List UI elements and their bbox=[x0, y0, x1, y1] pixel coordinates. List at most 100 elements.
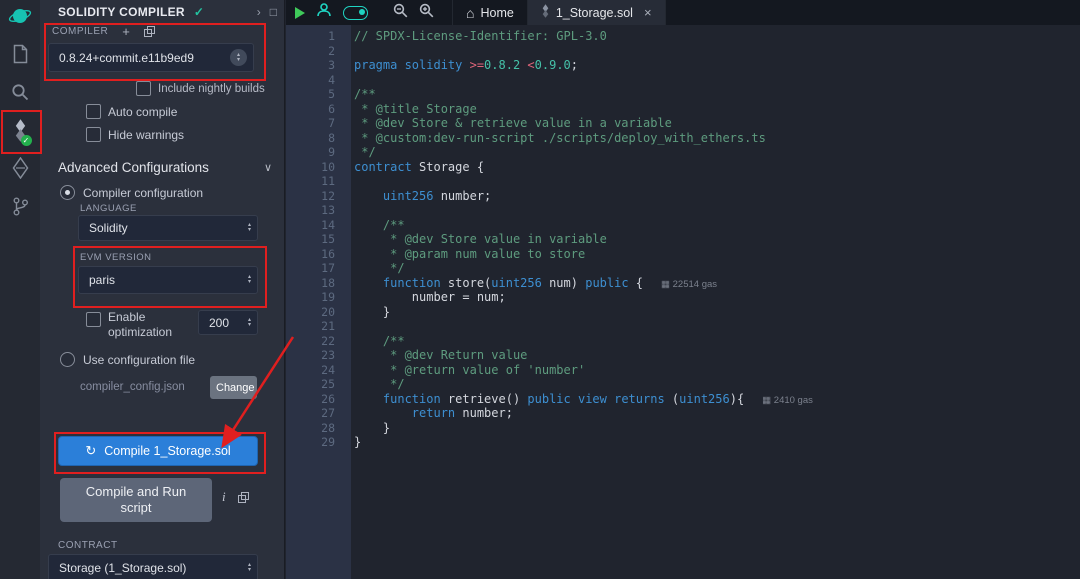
tab-storage-label: 1_Storage.sol bbox=[556, 6, 633, 20]
code-line[interactable]: * @title Storage bbox=[354, 102, 1080, 117]
line-number: 2 bbox=[286, 44, 335, 59]
code-line[interactable]: */ bbox=[354, 145, 1080, 160]
optimization-runs-input[interactable]: 200 ▴▾ bbox=[198, 310, 258, 335]
code-line[interactable]: * @custom:dev-run-script ./scripts/deplo… bbox=[354, 131, 1080, 146]
code-line[interactable]: // SPDX-License-Identifier: GPL-3.0 bbox=[354, 29, 1080, 44]
nightly-builds-row: Include nightly builds bbox=[136, 81, 265, 96]
language-select[interactable]: Solidity ▴▾ bbox=[78, 215, 258, 241]
evm-version-label: EVM VERSION bbox=[80, 252, 152, 263]
version-stepper-icon[interactable]: ▴▾ bbox=[230, 49, 247, 66]
add-custom-compiler-icon[interactable]: + bbox=[122, 27, 130, 37]
enable-optimization-label: Enable optimization bbox=[108, 310, 182, 340]
git-branch-icon[interactable] bbox=[12, 194, 29, 218]
compile-and-run-button[interactable]: Compile and Run script bbox=[60, 478, 212, 522]
line-number: 1 bbox=[286, 29, 335, 44]
code-line[interactable]: function store(uint256 num) public {▦ 22… bbox=[354, 276, 1080, 291]
zoom-in-icon[interactable] bbox=[419, 3, 434, 23]
compiler-configuration-radio[interactable] bbox=[60, 185, 75, 200]
code-line[interactable]: /** bbox=[354, 334, 1080, 349]
change-config-button[interactable]: Change bbox=[210, 376, 257, 399]
line-numbers: 1234567891011121314151617181920212223242… bbox=[286, 25, 351, 579]
compiler-section-label: COMPILER bbox=[52, 26, 108, 37]
account-icon[interactable] bbox=[316, 2, 332, 23]
home-icon: ⌂ bbox=[466, 5, 474, 21]
side-panel: SOLIDITY COMPILER ✓ › □ COMPILER + 0.8.2… bbox=[40, 0, 285, 579]
use-config-file-radio[interactable] bbox=[60, 352, 75, 367]
evm-version-select[interactable]: paris ▴▾ bbox=[78, 266, 258, 294]
chevron-right-icon[interactable]: › bbox=[257, 5, 261, 19]
editor-body: 1234567891011121314151617181920212223242… bbox=[286, 25, 1080, 579]
code-line[interactable]: /** bbox=[354, 218, 1080, 233]
icon-rail: ✓ bbox=[0, 0, 40, 579]
compile-button[interactable]: ↻ Compile 1_Storage.sol bbox=[58, 436, 258, 466]
hide-warnings-label: Hide warnings bbox=[108, 128, 184, 142]
zoom-out-icon[interactable] bbox=[393, 3, 408, 23]
code-line[interactable]: * @param num value to store bbox=[354, 247, 1080, 262]
toggle-icon[interactable] bbox=[343, 6, 368, 20]
close-tab-icon[interactable]: × bbox=[644, 5, 652, 20]
code-line[interactable]: } bbox=[354, 435, 1080, 450]
code-line[interactable]: * @return value of 'number' bbox=[354, 363, 1080, 378]
run-script-play-icon[interactable] bbox=[295, 7, 305, 19]
code-line[interactable]: * @dev Return value bbox=[354, 348, 1080, 363]
code-line[interactable]: */ bbox=[354, 377, 1080, 392]
solidity-compiler-icon[interactable]: ✓ bbox=[13, 118, 28, 142]
auto-compile-label: Auto compile bbox=[108, 105, 177, 119]
line-number: 9 bbox=[286, 145, 335, 160]
chevron-down-icon[interactable]: ∨ bbox=[264, 161, 272, 174]
copy-version-icon[interactable] bbox=[144, 26, 154, 37]
code-line[interactable]: } bbox=[354, 305, 1080, 320]
optimization-runs-value: 200 bbox=[209, 316, 248, 330]
line-number: 23 bbox=[286, 348, 335, 363]
line-number: 19 bbox=[286, 290, 335, 305]
line-number: 27 bbox=[286, 406, 335, 421]
code-line[interactable]: contract Storage { bbox=[354, 160, 1080, 175]
compiler-version-select[interactable]: 0.8.24+commit.e11b9ed9 ▴▾ bbox=[48, 43, 254, 72]
line-number: 4 bbox=[286, 73, 335, 88]
code-line[interactable]: * @dev Store value in variable bbox=[354, 232, 1080, 247]
info-icon[interactable]: i bbox=[222, 489, 226, 505]
code-line[interactable]: /** bbox=[354, 87, 1080, 102]
compile-button-label: Compile 1_Storage.sol bbox=[104, 444, 230, 458]
line-number: 7 bbox=[286, 116, 335, 131]
code-lines[interactable]: // SPDX-License-Identifier: GPL-3.0 pragm… bbox=[351, 25, 1080, 579]
deploy-run-icon[interactable] bbox=[12, 156, 29, 180]
code-line[interactable]: function retrieve() public view returns … bbox=[354, 392, 1080, 407]
line-number: 13 bbox=[286, 203, 335, 218]
evm-stepper-icon: ▴▾ bbox=[248, 275, 251, 285]
contract-section-label: CONTRACT bbox=[58, 540, 118, 551]
code-line[interactable]: number = num; bbox=[354, 290, 1080, 305]
remix-logo-icon[interactable] bbox=[8, 4, 32, 28]
code-line[interactable]: pragma solidity >=0.8.2 <0.9.0; bbox=[354, 58, 1080, 73]
editor-toolbar-icons bbox=[286, 0, 444, 25]
code-line[interactable]: } bbox=[354, 421, 1080, 436]
script-copy-icon[interactable] bbox=[238, 492, 248, 503]
pin-panel-icon[interactable]: □ bbox=[270, 5, 277, 19]
remix-window: ✓ SOLIDITY COMPILER ✓ › □ COMPILER + 0.8… bbox=[0, 0, 1080, 579]
code-line[interactable]: * @dev Store & retrieve value in a varia… bbox=[354, 116, 1080, 131]
tab-home[interactable]: ⌂ Home bbox=[452, 0, 528, 25]
line-number: 3 bbox=[286, 58, 335, 73]
language-value: Solidity bbox=[89, 221, 248, 235]
tab-storage-sol[interactable]: 1_Storage.sol × bbox=[528, 0, 666, 25]
code-line[interactable] bbox=[354, 174, 1080, 189]
hide-warnings-checkbox[interactable] bbox=[86, 127, 101, 142]
code-line[interactable]: uint256 number; bbox=[354, 189, 1080, 204]
enable-optimization-checkbox[interactable] bbox=[86, 312, 101, 327]
code-line[interactable]: return number; bbox=[354, 406, 1080, 421]
contract-stepper-icon: ▴▾ bbox=[248, 563, 251, 573]
code-line[interactable] bbox=[354, 44, 1080, 59]
compiled-check-badge: ✓ bbox=[21, 135, 32, 146]
line-number: 18 bbox=[286, 276, 335, 291]
line-number: 17 bbox=[286, 261, 335, 276]
search-icon[interactable] bbox=[11, 80, 29, 104]
contract-select[interactable]: Storage (1_Storage.sol) ▴▾ bbox=[48, 554, 258, 579]
code-line[interactable] bbox=[354, 203, 1080, 218]
code-line[interactable] bbox=[354, 319, 1080, 334]
code-line[interactable] bbox=[354, 73, 1080, 88]
code-line[interactable]: */ bbox=[354, 261, 1080, 276]
auto-compile-checkbox[interactable] bbox=[86, 104, 101, 119]
nightly-builds-checkbox[interactable] bbox=[136, 81, 151, 96]
file-explorer-icon[interactable] bbox=[12, 42, 29, 66]
advanced-configurations-header[interactable]: Advanced Configurations ∨ bbox=[58, 160, 272, 175]
